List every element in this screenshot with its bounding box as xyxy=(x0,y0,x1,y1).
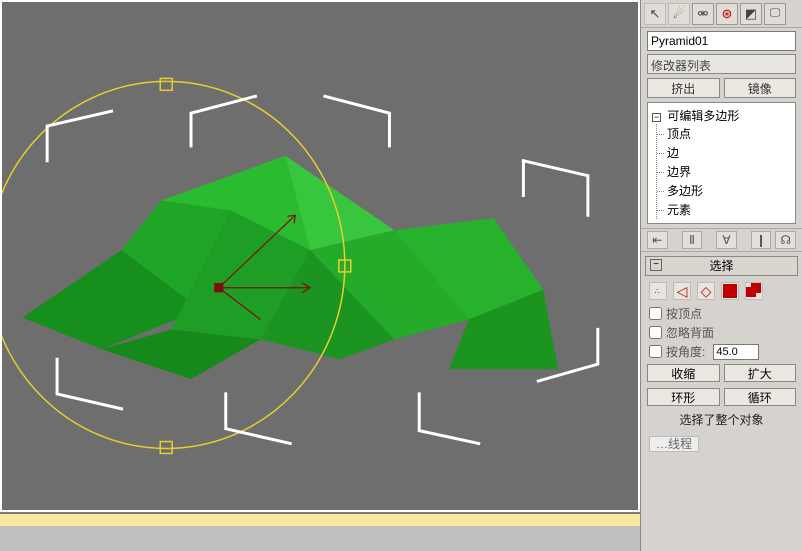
rollout-toggle-icon[interactable]: − xyxy=(650,259,662,271)
grow-button[interactable]: 扩大 xyxy=(724,364,797,382)
viewport-canvas xyxy=(2,2,638,510)
ignore-backfacing-label: 忽略背面 xyxy=(666,324,714,341)
subobject-level-icons: ∴ ◁ ◇ xyxy=(641,278,802,304)
hierarchy-tab-icon[interactable]: ⚮ xyxy=(692,3,714,25)
loop-button[interactable]: 循环 xyxy=(724,388,797,406)
subobj-border-icon[interactable]: ◇ xyxy=(697,282,715,300)
by-vertex-label: 按顶点 xyxy=(666,305,702,322)
subobj-vertex-icon[interactable]: ∴ xyxy=(649,282,667,300)
modifier-list-label: 修改器列表 xyxy=(651,59,711,73)
by-vertex-checkbox[interactable] xyxy=(649,307,662,320)
configure-sets-icon[interactable]: ☊ xyxy=(775,231,796,249)
command-panel-tabs: ↖ ☄ ⚮ ⊛ ◩ 🖵 xyxy=(641,0,802,28)
by-angle-label: 按角度: xyxy=(666,343,705,360)
tree-collapse-icon[interactable]: − xyxy=(652,113,661,122)
modifier-stack[interactable]: − 可编辑多边形 顶点 边 边界 多边形 元素 xyxy=(647,102,796,224)
extrude-button[interactable]: 挤出 xyxy=(647,78,720,98)
make-unique-icon[interactable]: ∀ xyxy=(716,231,737,249)
object-name-field-container xyxy=(647,31,796,51)
angle-value-input[interactable] xyxy=(713,344,759,360)
by-angle-checkbox[interactable] xyxy=(649,345,662,358)
tree-item-edge[interactable]: 边 xyxy=(665,143,793,162)
partial-label: …线程 xyxy=(649,436,699,452)
motion-tab-icon[interactable]: ⊛ xyxy=(716,3,738,25)
subobj-edge-icon[interactable]: ◁ xyxy=(673,282,691,300)
modify-tab-icon[interactable]: ☄ xyxy=(668,3,690,25)
rollout-selection-header[interactable]: − 选择 xyxy=(645,256,798,276)
mesh-object xyxy=(22,156,558,379)
tree-item-element[interactable]: 元素 xyxy=(665,200,793,219)
command-panel: ↖ ☄ ⚮ ⊛ ◩ 🖵 修改器列表 挤出 镜像 − 可编辑多边形 顶点 边 边界… xyxy=(640,0,802,551)
show-end-result-icon[interactable]: Ⅱ xyxy=(682,231,703,249)
remove-modifier-icon[interactable]: ❙ xyxy=(751,231,772,249)
tree-root-label[interactable]: 可编辑多边形 xyxy=(667,109,739,123)
create-tab-icon[interactable]: ↖ xyxy=(644,3,666,25)
rollout-selection-title: 选择 xyxy=(709,259,733,273)
modifier-stack-toolbar: ⇤ Ⅱ ∀ ❙ ☊ xyxy=(641,228,802,252)
shrink-button[interactable]: 收缩 xyxy=(647,364,720,382)
tree-item-vertex[interactable]: 顶点 xyxy=(665,124,793,143)
ignore-backfacing-checkbox[interactable] xyxy=(649,326,662,339)
viewport[interactable] xyxy=(0,0,640,512)
subobj-polygon-icon[interactable] xyxy=(721,282,739,300)
object-name-input[interactable] xyxy=(647,31,796,51)
ring-button[interactable]: 环形 xyxy=(647,388,720,406)
mirror-button[interactable]: 镜像 xyxy=(724,78,797,98)
tree-item-polygon[interactable]: 多边形 xyxy=(665,181,793,200)
tree-item-border[interactable]: 边界 xyxy=(665,162,793,181)
subobj-element-icon[interactable] xyxy=(745,282,763,300)
modifier-list-dropdown[interactable]: 修改器列表 xyxy=(647,54,796,74)
utilities-tab-icon[interactable]: 🖵 xyxy=(764,3,786,25)
display-tab-icon[interactable]: ◩ xyxy=(740,3,762,25)
pin-stack-icon[interactable]: ⇤ xyxy=(647,231,668,249)
timeline-strip xyxy=(0,514,640,526)
partial-controls: …线程 xyxy=(641,430,802,458)
selection-status-text: 选择了整个对象 xyxy=(641,409,802,430)
